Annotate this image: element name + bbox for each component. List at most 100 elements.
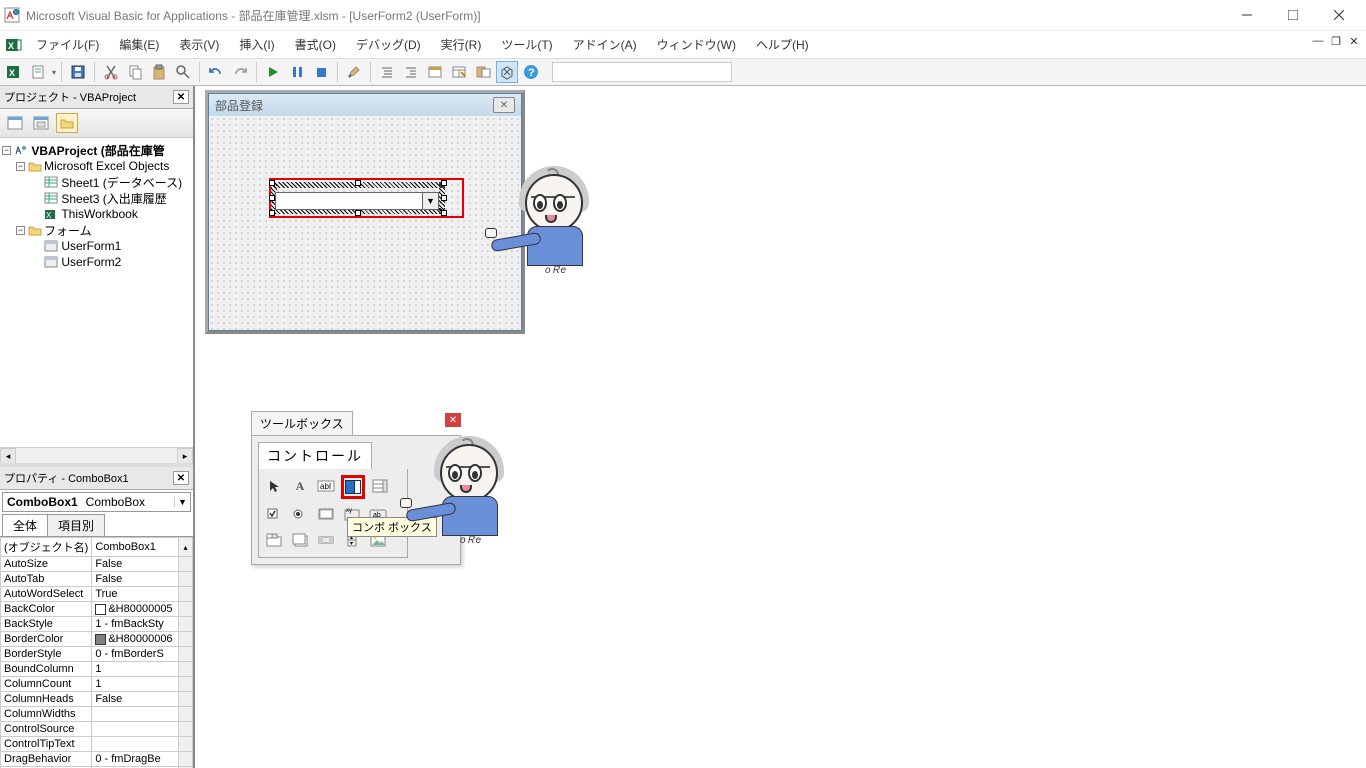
reset-icon[interactable] bbox=[310, 61, 332, 83]
undo-icon[interactable] bbox=[205, 61, 227, 83]
resize-handle-s[interactable] bbox=[355, 210, 361, 216]
property-row[interactable]: AutoTabFalse bbox=[1, 572, 193, 587]
tool-combobox-icon[interactable] bbox=[341, 475, 365, 499]
toolbox-icon[interactable] bbox=[496, 61, 518, 83]
svg-text:X: X bbox=[9, 68, 15, 78]
tool-label-icon[interactable]: A bbox=[289, 475, 311, 497]
property-row[interactable]: ControlSource bbox=[1, 722, 193, 737]
resize-handle-n[interactable] bbox=[355, 180, 361, 186]
tree-sheet1[interactable]: Sheet1 (データベース) bbox=[61, 174, 182, 191]
dropdown-arrow-icon[interactable]: ▼ bbox=[422, 193, 438, 209]
svg-text:X: X bbox=[8, 41, 14, 51]
tree-sheet3[interactable]: Sheet3 (入出庫履歴 bbox=[61, 190, 166, 207]
object-browser-icon[interactable] bbox=[472, 61, 494, 83]
mdi-close-button[interactable]: ✕ bbox=[1346, 33, 1362, 49]
combobox1-control[interactable]: ▼ bbox=[275, 192, 439, 210]
tool-scrollbar-icon[interactable] bbox=[315, 529, 337, 551]
property-row[interactable]: AutoSizeFalse bbox=[1, 557, 193, 572]
toolbox-close-icon[interactable]: ✕ bbox=[445, 413, 461, 427]
property-row[interactable]: BoundColumn1 bbox=[1, 662, 193, 677]
properties-grid[interactable]: (オブジェクト名)ComboBox1▴AutoSizeFalseAutoTabF… bbox=[0, 536, 193, 768]
project-explorer-icon[interactable] bbox=[424, 61, 446, 83]
project-explorer-close-icon[interactable]: ✕ bbox=[173, 90, 189, 104]
property-row[interactable]: (オブジェクト名)ComboBox1▴ bbox=[1, 538, 193, 557]
find-icon[interactable] bbox=[172, 61, 194, 83]
menu-insert[interactable]: 挿入(I) bbox=[229, 32, 284, 57]
cut-icon[interactable] bbox=[100, 61, 122, 83]
toolbox-title[interactable]: ツールボックス bbox=[251, 411, 353, 435]
view-object-icon[interactable] bbox=[30, 113, 52, 133]
tool-checkbox-icon[interactable] bbox=[263, 503, 285, 525]
maximize-button[interactable] bbox=[1270, 0, 1316, 30]
design-mode-icon[interactable] bbox=[343, 61, 365, 83]
menu-addins[interactable]: アドイン(A) bbox=[563, 32, 647, 57]
resize-handle-sw[interactable] bbox=[269, 210, 275, 216]
menu-window[interactable]: ウィンドウ(W) bbox=[647, 32, 746, 57]
tool-multipage-icon[interactable] bbox=[289, 529, 311, 551]
resize-handle-se[interactable] bbox=[441, 210, 447, 216]
run-icon[interactable] bbox=[262, 61, 284, 83]
menu-view[interactable]: 表示(V) bbox=[169, 32, 229, 57]
break-icon[interactable] bbox=[286, 61, 308, 83]
resize-handle-ne[interactable] bbox=[441, 180, 447, 186]
redo-icon[interactable] bbox=[229, 61, 251, 83]
property-row[interactable]: ControlTipText bbox=[1, 737, 193, 752]
tool-textbox-icon[interactable]: ab bbox=[315, 475, 337, 497]
outdent-icon[interactable] bbox=[376, 61, 398, 83]
property-row[interactable]: AutoWordSelectTrue bbox=[1, 587, 193, 602]
indent-icon[interactable] bbox=[400, 61, 422, 83]
view-code-icon[interactable] bbox=[4, 113, 26, 133]
paste-icon[interactable] bbox=[148, 61, 170, 83]
resize-handle-w[interactable] bbox=[269, 195, 275, 201]
tool-optionbutton-icon[interactable] bbox=[289, 503, 311, 525]
properties-window-icon[interactable] bbox=[448, 61, 470, 83]
procedure-combo[interactable] bbox=[552, 62, 732, 82]
property-row[interactable]: BorderColor&H80000006 bbox=[1, 632, 193, 647]
tree-thisworkbook[interactable]: ThisWorkbook bbox=[61, 207, 137, 221]
menu-help[interactable]: ヘルプ(H) bbox=[746, 32, 819, 57]
project-tree[interactable]: − VBAProject (部品在庫管 −Microsoft Excel Obj… bbox=[0, 138, 193, 447]
mdi-restore-button[interactable]: ❐ bbox=[1328, 33, 1344, 49]
property-row[interactable]: BorderStyle0 - fmBorderS bbox=[1, 647, 193, 662]
copy-icon[interactable] bbox=[124, 61, 146, 83]
tree-userform2[interactable]: UserForm2 bbox=[61, 255, 121, 269]
userform-designer[interactable]: 部品登録 ✕ ▼ bbox=[205, 90, 525, 334]
toggle-folders-icon[interactable] bbox=[56, 113, 78, 133]
mdi-minimize-button[interactable]: — bbox=[1310, 33, 1326, 49]
tree-project-root[interactable]: VBAProject (部品在庫管 bbox=[31, 142, 164, 159]
property-row[interactable]: BackStyle1 - fmBackSty bbox=[1, 617, 193, 632]
help-icon[interactable]: ? bbox=[520, 61, 542, 83]
excel-icon[interactable]: X bbox=[6, 37, 22, 53]
properties-close-icon[interactable]: ✕ bbox=[173, 471, 189, 485]
tree-userform1[interactable]: UserForm1 bbox=[61, 239, 121, 253]
tree-excel-objects[interactable]: Microsoft Excel Objects bbox=[44, 159, 169, 173]
menu-tools[interactable]: ツール(T) bbox=[491, 32, 562, 57]
tree-forms-folder[interactable]: フォーム bbox=[44, 222, 92, 239]
menu-debug[interactable]: デバッグ(D) bbox=[346, 32, 431, 57]
resize-handle-nw[interactable] bbox=[269, 180, 275, 186]
tool-togglebutton-icon[interactable] bbox=[315, 503, 337, 525]
resize-handle-e[interactable] bbox=[441, 195, 447, 201]
save-icon[interactable] bbox=[67, 61, 89, 83]
project-hscrollbar[interactable]: ◂▸ bbox=[0, 447, 193, 463]
tool-pointer-icon[interactable] bbox=[263, 475, 285, 497]
menu-run[interactable]: 実行(R) bbox=[431, 32, 492, 57]
properties-tab-alphabetic[interactable]: 全体 bbox=[2, 514, 48, 536]
toolbox-tab-controls[interactable]: コントロール bbox=[258, 442, 372, 469]
properties-object-combo[interactable]: ComboBox1 ComboBox ▼ bbox=[2, 492, 191, 512]
properties-tab-categorized[interactable]: 項目別 bbox=[47, 514, 105, 536]
property-row[interactable]: BackColor&H80000005 bbox=[1, 602, 193, 617]
tool-tabstrip-icon[interactable] bbox=[263, 529, 285, 551]
minimize-button[interactable] bbox=[1224, 0, 1270, 30]
menu-edit[interactable]: 編集(E) bbox=[109, 32, 169, 57]
property-row[interactable]: ColumnCount1 bbox=[1, 677, 193, 692]
tool-listbox-icon[interactable] bbox=[369, 475, 391, 497]
menu-file[interactable]: ファイル(F) bbox=[26, 32, 109, 57]
view-excel-icon[interactable]: X bbox=[4, 61, 26, 83]
property-row[interactable]: ColumnWidths bbox=[1, 707, 193, 722]
property-row[interactable]: DragBehavior0 - fmDragBe bbox=[1, 752, 193, 767]
property-row[interactable]: ColumnHeadsFalse bbox=[1, 692, 193, 707]
close-button[interactable] bbox=[1316, 0, 1362, 30]
insert-module-icon[interactable] bbox=[28, 61, 50, 83]
menu-format[interactable]: 書式(O) bbox=[285, 32, 346, 57]
